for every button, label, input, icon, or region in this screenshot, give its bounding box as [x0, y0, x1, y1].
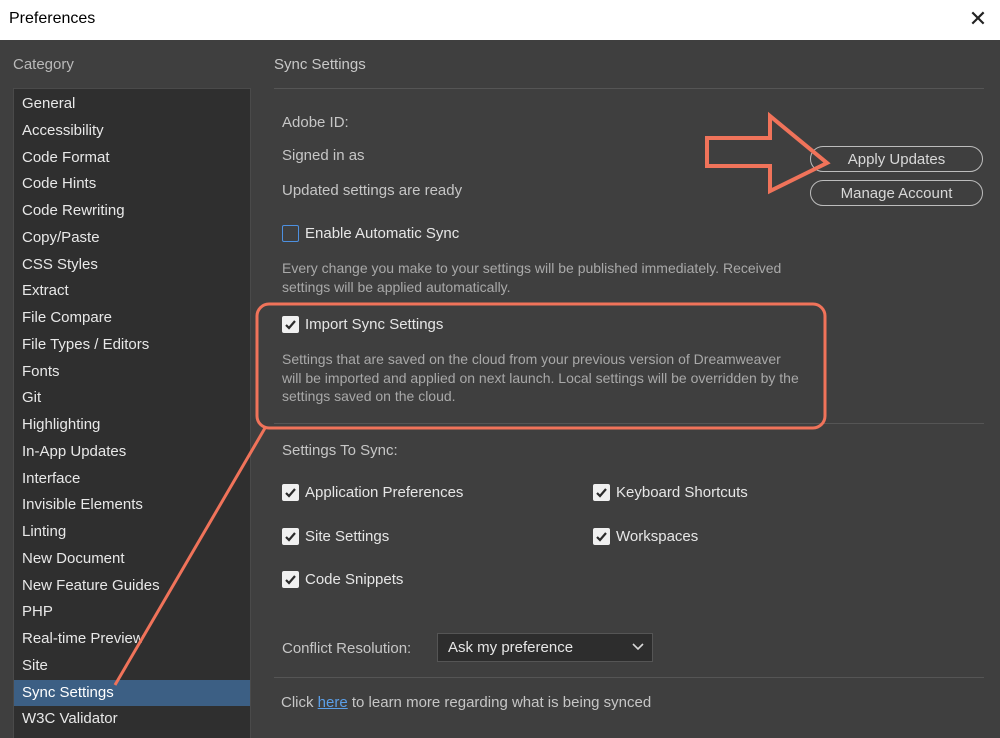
sidebar-item-w3c-validator[interactable]: W3C Validator	[14, 706, 250, 733]
sidebar-item-code-format[interactable]: Code Format	[14, 145, 250, 172]
application-preferences-label[interactable]: Application Preferences	[305, 484, 463, 501]
import-sync-label[interactable]: Import Sync Settings	[305, 316, 443, 333]
sidebar-item-highlighting[interactable]: Highlighting	[14, 412, 250, 439]
sidebar-item-real-time-preview[interactable]: Real-time Preview	[14, 626, 250, 653]
code-snippets-label[interactable]: Code Snippets	[305, 571, 403, 588]
apply-updates-button[interactable]: Apply Updates	[810, 146, 983, 172]
sidebar-item-file-types-editors[interactable]: File Types / Editors	[14, 332, 250, 359]
site-settings-checkbox[interactable]	[282, 528, 299, 545]
site-settings-label[interactable]: Site Settings	[305, 528, 389, 545]
sidebar-item-php[interactable]: PHP	[14, 599, 250, 626]
chevron-down-icon	[632, 643, 644, 651]
code-snippets-checkbox[interactable]	[282, 571, 299, 588]
window-title: Preferences	[9, 10, 96, 27]
sidebar-item-general[interactable]: General	[14, 91, 250, 118]
sidebar-item-extract[interactable]: Extract	[14, 278, 250, 305]
arrow-annotation	[705, 111, 831, 195]
workspaces-label[interactable]: Workspaces	[616, 528, 698, 545]
checkmark-icon	[285, 320, 296, 330]
enable-auto-sync-checkbox[interactable]	[282, 225, 299, 242]
sync-status-text: Updated settings are ready	[282, 182, 463, 199]
application-preferences-checkbox[interactable]	[282, 484, 299, 501]
category-header: Category	[13, 56, 74, 73]
divider	[274, 88, 984, 89]
sidebar-item-css-styles[interactable]: CSS Styles	[14, 252, 250, 279]
sidebar-item-git[interactable]: Git	[14, 385, 250, 412]
sidebar-item-new-feature-guides[interactable]: New Feature Guides	[14, 573, 250, 600]
title-bar: Preferences ✕	[0, 0, 1000, 40]
enable-auto-sync-label[interactable]: Enable Automatic Sync	[305, 225, 459, 242]
adobe-id-label: Adobe ID:	[282, 114, 349, 131]
sidebar-item-invisible-elements[interactable]: Invisible Elements	[14, 492, 250, 519]
close-icon[interactable]: ✕	[966, 6, 990, 32]
checkmark-icon	[285, 575, 296, 585]
manage-account-button[interactable]: Manage Account	[810, 180, 983, 206]
keyboard-shortcuts-label[interactable]: Keyboard Shortcuts	[616, 484, 748, 501]
divider	[274, 423, 984, 424]
import-sync-description: Settings that are saved on the cloud fro…	[282, 351, 799, 404]
sidebar-item-file-compare[interactable]: File Compare	[14, 305, 250, 332]
import-sync-checkbox[interactable]	[282, 316, 299, 333]
divider	[274, 677, 984, 678]
sidebar-item-interface[interactable]: Interface	[14, 466, 250, 493]
sidebar-item-sync-settings[interactable]: Sync Settings	[14, 679, 250, 707]
conflict-resolution-label: Conflict Resolution:	[282, 640, 412, 657]
checkmark-icon	[596, 532, 607, 542]
category-list: General Accessibility Code Format Code Hint…	[13, 88, 251, 738]
sidebar-item-in-app-updates[interactable]: In-App Updates	[14, 439, 250, 466]
conflict-resolution-value: Ask my preference	[448, 639, 574, 656]
learn-more-link[interactable]: here	[318, 694, 348, 711]
checkmark-icon	[285, 532, 296, 542]
checkmark-icon	[285, 488, 296, 498]
footer-info: Click here to learn more regarding what …	[281, 694, 652, 711]
conflict-resolution-dropdown[interactable]: Ask my preference	[437, 633, 653, 662]
signed-in-label: Signed in as	[282, 147, 365, 164]
sidebar-item-code-rewriting[interactable]: Code Rewriting	[14, 198, 250, 225]
sidebar-item-site[interactable]: Site	[14, 653, 250, 680]
checkmark-icon	[596, 488, 607, 498]
workspaces-checkbox[interactable]	[593, 528, 610, 545]
sidebar-item-linting[interactable]: Linting	[14, 519, 250, 546]
sidebar-item-code-hints[interactable]: Code Hints	[14, 171, 250, 198]
sidebar-item-fonts[interactable]: Fonts	[14, 359, 250, 386]
keyboard-shortcuts-checkbox[interactable]	[593, 484, 610, 501]
panel-title: Sync Settings	[274, 56, 366, 73]
sidebar-item-copy-paste[interactable]: Copy/Paste	[14, 225, 250, 252]
settings-to-sync-label: Settings To Sync:	[282, 442, 398, 459]
auto-sync-description: Every change you make to your settings w…	[282, 260, 782, 295]
sidebar-item-accessibility[interactable]: Accessibility	[14, 118, 250, 145]
sidebar-item-new-document[interactable]: New Document	[14, 546, 250, 573]
